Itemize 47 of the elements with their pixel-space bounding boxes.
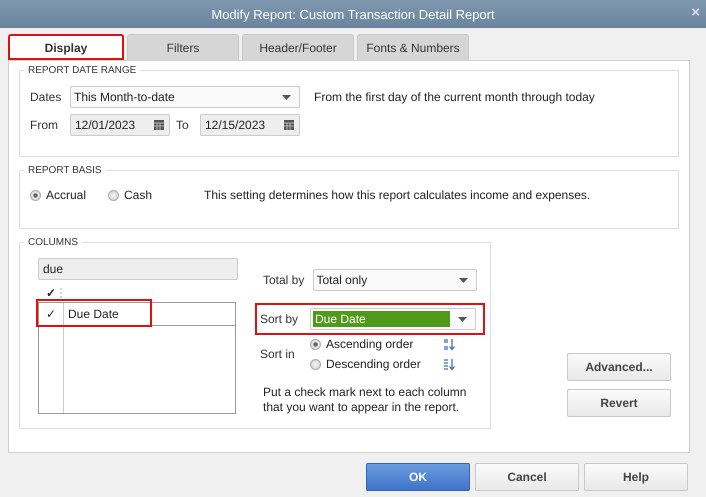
caret-icon: [458, 316, 467, 322]
tab[interactable]: Header/Footer: [242, 34, 354, 60]
date-field[interactable]: 12/15/2023: [200, 114, 300, 136]
side-button[interactable]: Advanced...: [567, 353, 671, 381]
date-field[interactable]: 12/01/2023: [70, 114, 170, 136]
side-button[interactable]: Revert: [567, 389, 671, 417]
radio-label[interactable]: Ascending order: [326, 337, 438, 351]
column-name: Due Date: [67, 307, 119, 321]
calendar-icon: [154, 120, 164, 130]
description-text: This setting determines how this report calculates income and expenses.: [204, 188, 590, 202]
tab[interactable]: Filters: [127, 34, 239, 60]
window-title: Modify Report: Custom Transaction Detail Report: [211, 6, 495, 22]
field-label: Sort by: [260, 312, 300, 326]
dialog-button[interactable]: OK: [366, 463, 470, 491]
total-by-dropdown[interactable]: Total only: [312, 269, 477, 291]
sort-descending-icon: [443, 358, 456, 370]
caret-icon: [459, 278, 468, 282]
tab[interactable]: Fonts & Numbers: [357, 34, 469, 60]
check-column-header: ✓: [46, 286, 56, 300]
calendar-icon: [284, 120, 294, 130]
radio-button[interactable]: [30, 190, 41, 200]
radio-label[interactable]: Descending order: [326, 357, 438, 371]
field-label: Dates: [30, 90, 62, 104]
dialog-button[interactable]: Cancel: [475, 463, 579, 491]
field-label: Total by: [263, 273, 306, 287]
dialog-button[interactable]: Help: [584, 463, 688, 491]
sort-ascending-icon: [443, 338, 456, 350]
caret-icon: [282, 94, 291, 100]
field-label: From: [30, 118, 59, 132]
hint-text: Put a check mark next to each column that you want to appear in the report.: [263, 385, 468, 415]
column-list-item[interactable]: ✓ Due Date: [39, 303, 235, 326]
group-heading: REPORT DATE RANGE: [27, 65, 138, 76]
group-heading: COLUMNS: [27, 237, 80, 248]
radio-button[interactable]: [310, 338, 321, 350]
search-field[interactable]: due: [38, 258, 238, 280]
sort-by-dropdown[interactable]: Due Date: [310, 308, 476, 330]
radio-label[interactable]: Cash: [124, 188, 152, 202]
radio-button[interactable]: [108, 190, 120, 200]
field-label: Sort in: [260, 347, 296, 361]
group-heading: REPORT BASIS: [27, 165, 103, 176]
radio-button[interactable]: [310, 358, 321, 370]
tab[interactable]: Display: [8, 34, 124, 60]
field-label: To: [176, 118, 190, 132]
description-text: From the first day of the current month through today: [314, 90, 595, 104]
radio-label[interactable]: Accrual: [46, 188, 86, 202]
dates-dropdown[interactable]: This Month-to-date: [70, 86, 300, 108]
checkmark[interactable]: ✓: [39, 303, 64, 325]
